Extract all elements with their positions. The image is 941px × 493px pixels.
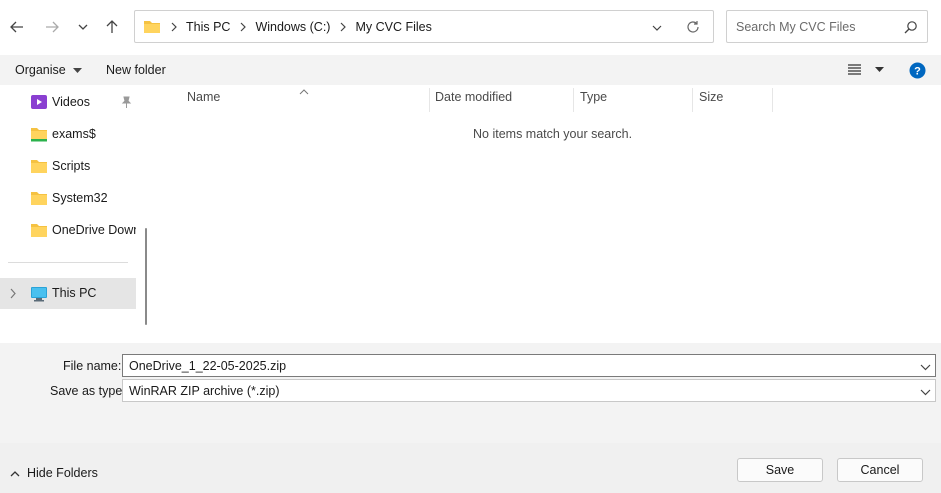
column-header-type[interactable]: Type xyxy=(580,90,607,112)
address-dropdown-icon[interactable] xyxy=(651,22,663,37)
sidebar-item-onedrive-down[interactable]: OneDrive Down xyxy=(0,215,136,245)
sidebar-item-label: This PC xyxy=(52,286,97,300)
recent-locations-button[interactable] xyxy=(71,14,95,40)
pin-icon[interactable] xyxy=(121,96,132,111)
breadcrumb-windows-c[interactable]: Windows (C:) xyxy=(255,20,330,34)
column-divider[interactable] xyxy=(429,88,430,112)
new-folder-button[interactable]: New folder xyxy=(106,63,166,77)
organise-label: Organise xyxy=(15,63,66,77)
column-header-date-modified[interactable]: Date modified xyxy=(435,90,512,112)
column-divider[interactable] xyxy=(772,88,773,112)
sidebar-item-label: exams$ xyxy=(52,127,96,141)
column-divider[interactable] xyxy=(692,88,693,112)
sidebar-item-label: System32 xyxy=(52,191,108,205)
sidebar-divider xyxy=(8,262,128,263)
chevron-up-icon xyxy=(10,470,20,476)
videos-folder-icon xyxy=(30,94,48,110)
cancel-button[interactable]: Cancel xyxy=(837,458,923,482)
breadcrumb-my-cvc-files[interactable]: My CVC Files xyxy=(355,20,431,34)
folder-icon xyxy=(30,158,48,174)
caret-down-icon xyxy=(875,66,884,72)
save-button[interactable]: Save xyxy=(737,458,823,482)
folder-icon xyxy=(143,19,161,34)
breadcrumb-this-pc[interactable]: This PC xyxy=(186,20,230,34)
chevron-right-icon[interactable] xyxy=(9,288,17,302)
help-icon[interactable]: ? xyxy=(909,62,926,82)
list-view-icon xyxy=(848,64,861,75)
file-name-field[interactable]: OneDrive_1_22-05-2025.zip xyxy=(122,354,936,377)
arrow-right-icon xyxy=(46,21,59,33)
hide-folders-button[interactable]: Hide Folders xyxy=(10,466,98,480)
column-header-name[interactable]: Name xyxy=(187,90,220,112)
breadcrumb-separator-icon xyxy=(170,22,178,32)
hide-folders-label: Hide Folders xyxy=(27,466,98,480)
organise-button[interactable]: Organise xyxy=(15,63,83,77)
sidebar-item-exams[interactable]: exams$ xyxy=(0,119,136,149)
breadcrumb-separator-icon xyxy=(339,22,347,32)
search-input[interactable]: Search My CVC Files xyxy=(726,10,928,43)
computer-icon xyxy=(30,286,48,302)
column-header-size[interactable]: Size xyxy=(699,90,723,112)
sidebar-item-label: Scripts xyxy=(52,159,91,173)
empty-message: No items match your search. xyxy=(473,127,633,141)
caret-down-icon xyxy=(73,68,83,73)
folder-icon xyxy=(30,222,48,238)
refresh-icon[interactable] xyxy=(686,20,700,37)
sidebar-item-videos[interactable]: Videos xyxy=(0,87,136,117)
save-as-type-value: WinRAR ZIP archive (*.zip) xyxy=(129,384,280,398)
sidebar-item-scripts[interactable]: Scripts xyxy=(0,151,136,181)
save-as-type-label: Save as type: xyxy=(50,384,126,398)
folder-icon xyxy=(30,190,48,206)
up-button[interactable] xyxy=(100,14,124,40)
breadcrumb-separator-icon xyxy=(239,22,247,32)
address-bar[interactable]: This PC Windows (C:) My CVC Files xyxy=(134,10,714,43)
search-placeholder: Search My CVC Files xyxy=(736,20,856,34)
back-button[interactable] xyxy=(5,14,29,40)
file-list xyxy=(154,85,941,343)
chevron-down-icon[interactable] xyxy=(920,361,931,375)
search-icon[interactable] xyxy=(904,20,918,37)
column-divider[interactable] xyxy=(573,88,574,112)
network-folder-icon xyxy=(30,126,48,142)
sidebar-item-label: OneDrive Down xyxy=(52,223,136,237)
file-name-label: File name: xyxy=(63,359,122,373)
forward-button[interactable] xyxy=(40,14,64,40)
chevron-down-icon[interactable] xyxy=(920,386,931,400)
svg-text:?: ? xyxy=(914,66,921,78)
sidebar-item-this-pc[interactable]: This PC xyxy=(0,278,136,309)
sort-ascending-icon xyxy=(299,84,309,98)
arrow-left-icon xyxy=(10,21,23,33)
chevron-down-icon xyxy=(78,24,88,30)
sidebar-item-system32[interactable]: System32 xyxy=(0,183,136,213)
view-options-button[interactable] xyxy=(848,64,884,75)
sidebar-item-label: Videos xyxy=(52,95,90,109)
file-name-value: OneDrive_1_22-05-2025.zip xyxy=(129,359,287,373)
save-as-type-select[interactable]: WinRAR ZIP archive (*.zip) xyxy=(122,379,936,402)
sidebar-scrollbar[interactable] xyxy=(145,228,147,325)
arrow-up-icon xyxy=(106,20,118,33)
